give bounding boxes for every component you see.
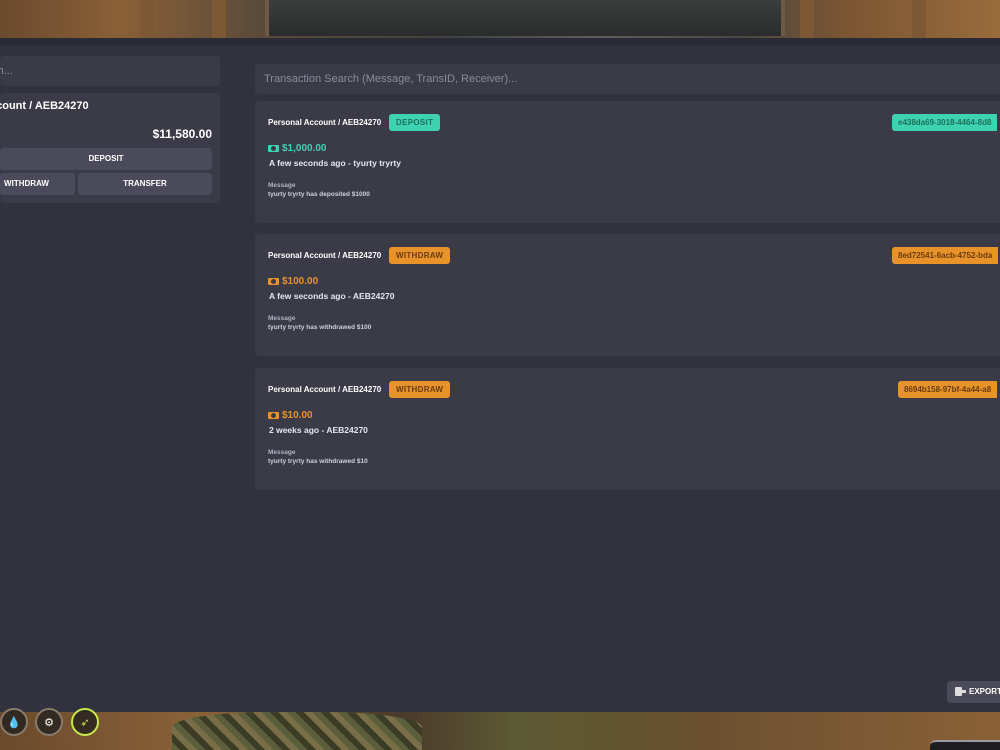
door-frame [140, 0, 154, 38]
transaction-message-label: Message [268, 315, 296, 322]
game-scene-top [0, 0, 1000, 38]
transaction-amount-value: $1,000.00 [282, 143, 327, 154]
account-card[interactable]: ccount / AEB24270 $11,580.00 DEPOSIT WIT… [0, 93, 220, 203]
transaction-search-placeholder: Transaction Search (Message, TransID, Re… [264, 73, 518, 85]
transaction-type-badge: WITHDRAW [389, 381, 451, 398]
account-search-input[interactable]: ch... [0, 56, 220, 86]
transaction-card[interactable]: Personal Account / AEB24270 WITHDRAW 869… [255, 368, 1000, 490]
account-balance: $11,580.00 [152, 127, 212, 141]
export-label: EXPORT [969, 687, 1000, 696]
hud-strip [930, 740, 1000, 750]
transaction-card[interactable]: Personal Account / AEB24270 WITHDRAW 8ed… [255, 234, 1000, 356]
transaction-type-badge: DEPOSIT [389, 114, 441, 131]
transaction-amount-value: $100.00 [282, 276, 319, 287]
brain-icon: ⚙ [35, 708, 63, 736]
transaction-id-badge[interactable]: e438da69-3018-4464-8d8 [892, 114, 998, 131]
transaction-time: A few seconds ago - AEB24270 [269, 291, 395, 301]
export-button[interactable]: EXPORT [947, 681, 1000, 703]
transaction-type-badge: WITHDRAW [389, 247, 451, 264]
transaction-account: Personal Account / AEB24270 [268, 251, 382, 260]
transaction-id-badge[interactable]: 8694b158-97bf-4a44-a8 [898, 381, 998, 398]
door-frame [212, 0, 226, 38]
transaction-message: tyurty tryrty has withdrawed $100 [268, 324, 372, 331]
withdraw-button[interactable]: WITHDRAW [0, 173, 75, 195]
window [265, 0, 785, 36]
transaction-amount: $100.00 [268, 276, 318, 287]
transaction-account: Personal Account / AEB24270 [268, 118, 382, 127]
transfer-button[interactable]: TRANSFER [78, 173, 212, 195]
door-frame [912, 0, 926, 38]
transaction-amount: $10.00 [268, 410, 313, 421]
transaction-time: 2 weeks ago - AEB24270 [269, 425, 368, 435]
transaction-account: Personal Account / AEB24270 [268, 385, 382, 394]
transaction-message: tyurty tryrty has deposited $1000 [268, 191, 370, 198]
transaction-message: tyurty tryrty has withdrawed $10 [268, 458, 368, 465]
transaction-amount: $1,000.00 [268, 143, 327, 154]
account-title: ccount / AEB24270 [0, 100, 89, 112]
running-icon: ➶ [71, 708, 99, 736]
transaction-time: A few seconds ago - tyurty tryrty [269, 158, 401, 168]
transaction-message-label: Message [268, 449, 296, 456]
cash-icon [268, 412, 279, 419]
transaction-search-input[interactable]: Transaction Search (Message, TransID, Re… [255, 64, 1000, 94]
transaction-id-badge[interactable]: 8ed72541-6acb-4752-bda [892, 247, 999, 264]
cash-icon [268, 145, 279, 152]
transaction-amount-value: $10.00 [282, 410, 313, 421]
cash-icon [268, 278, 279, 285]
bank-app: ch... ccount / AEB24270 $11,580.00 DEPOS… [0, 38, 1000, 712]
door-frame [800, 0, 814, 38]
transaction-card[interactable]: Personal Account / AEB24270 DEPOSIT e438… [255, 101, 1000, 223]
export-icon [955, 687, 966, 696]
deposit-button[interactable]: DEPOSIT [0, 148, 212, 170]
account-search-placeholder: ch... [0, 65, 13, 77]
water-drop-icon: 💧 [0, 708, 28, 736]
transaction-message-label: Message [268, 182, 296, 189]
player-character [172, 712, 422, 750]
game-scene-bottom [0, 712, 1000, 750]
